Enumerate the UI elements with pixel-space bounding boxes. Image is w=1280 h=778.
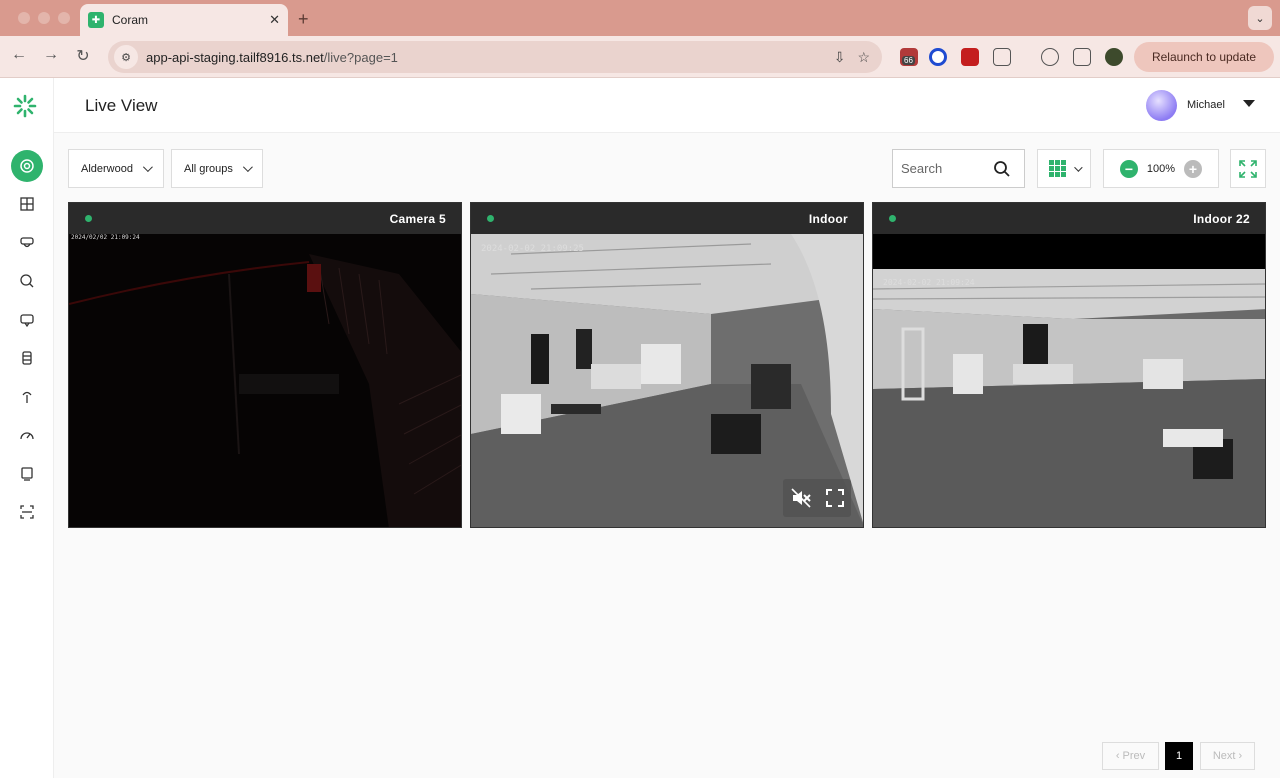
dashboard-icon[interactable] (11, 419, 43, 451)
install-app-icon[interactable]: ⇩ (834, 49, 846, 66)
main-content: Live View Michael Alderwood All groups −… (54, 78, 1280, 778)
zoom-level: 100% (1146, 162, 1176, 175)
sensor-icon[interactable] (11, 381, 43, 413)
search-field[interactable] (892, 149, 1025, 188)
reload-icon[interactable]: ↻ (72, 46, 94, 66)
tab-title: Coram (112, 13, 149, 27)
coram-logo-icon (13, 94, 37, 118)
sidebar (0, 78, 54, 778)
camera-feed-video[interactable]: 2024-02-02 21:09:24 (873, 234, 1265, 527)
camera-timestamp: 2024/02/02 21:09:24 (71, 234, 140, 241)
extensions-puzzle-icon[interactable] (993, 48, 1011, 66)
relaunch-button[interactable]: Relaunch to update (1134, 42, 1274, 72)
minimize-window-button[interactable] (38, 12, 50, 24)
grid-layout-icon (1048, 160, 1066, 177)
indoor-22-scene-image (873, 269, 1265, 527)
next-label: Next (1212, 750, 1236, 762)
prev-page-button[interactable]: ‹ Prev (1102, 742, 1159, 770)
camera-name: Indoor (808, 212, 848, 226)
browser-toolbar: ← → ↻ ⚙ app-api-staging.tailf8916.ts.net… (0, 36, 1280, 78)
location-select-value: Alderwood (81, 162, 133, 175)
grid-icon[interactable] (11, 188, 43, 220)
fullscreen-button[interactable] (1230, 149, 1266, 188)
page-header: Live View Michael (54, 78, 1280, 133)
scan-icon[interactable] (11, 496, 43, 528)
chevron-down-icon (142, 162, 153, 173)
chat-icon[interactable] (11, 304, 43, 336)
avatar[interactable] (1146, 90, 1177, 121)
bookmark-star-icon[interactable]: ☆ (857, 49, 870, 66)
maximize-window-button[interactable] (58, 12, 70, 24)
profile-avatar[interactable] (1105, 48, 1123, 66)
group-select-value: All groups (184, 162, 233, 175)
chevron-down-icon (1073, 162, 1083, 172)
close-window-button[interactable] (18, 12, 30, 24)
back-icon[interactable]: ← (8, 46, 30, 64)
camera-tile-header: Camera 5 (69, 203, 461, 234)
device-icon[interactable] (11, 458, 43, 490)
layout-picker-button[interactable] (1037, 149, 1091, 188)
next-page-button[interactable]: Next › (1200, 742, 1255, 770)
search-input[interactable] (901, 161, 993, 176)
mute-icon[interactable] (790, 487, 812, 509)
online-status-dot (85, 215, 92, 222)
camera-name: Camera 5 (389, 212, 446, 226)
camera-tile[interactable]: Camera 5 2024/02/02 21:09:24 (68, 202, 462, 528)
search-icon[interactable] (993, 160, 1011, 178)
group-select[interactable]: All groups (171, 149, 263, 188)
camera-tile[interactable]: Indoor 22 2024-02-02 21:09:24 (872, 202, 1266, 528)
camera-timestamp: 2024-02-02 21:09:24 (883, 278, 975, 287)
camera-tile-header: Indoor 22 (873, 203, 1265, 234)
zoom-in-button[interactable]: + (1183, 159, 1202, 178)
fullscreen-icon[interactable] (825, 488, 845, 508)
extension-circle-icon[interactable] (929, 48, 947, 66)
camera-tile-header: Indoor (471, 203, 863, 234)
user-name[interactable]: Michael (1187, 99, 1225, 111)
zoom-control: − 100% + (1103, 149, 1219, 188)
browser-tab-strip: ✚ Coram ✕ + ⌄ (0, 0, 1280, 36)
storage-icon[interactable] (11, 342, 43, 374)
tab-search-icon[interactable]: ⌄ (1248, 6, 1272, 30)
extension-badge: 66 (902, 56, 915, 65)
search-icon[interactable] (11, 265, 43, 297)
camera-tile[interactable]: Indoor 2024-02-02 21:09:25 (470, 202, 864, 528)
forward-icon[interactable]: → (40, 46, 62, 64)
location-select[interactable]: Alderwood (68, 149, 164, 188)
expand-icon (1239, 159, 1257, 178)
page-1-button[interactable]: 1 (1165, 742, 1193, 770)
feed-controls (783, 479, 851, 517)
page-title: Live View (85, 96, 158, 115)
online-status-dot (487, 215, 494, 222)
user-menu-chevron-down-icon[interactable] (1243, 100, 1255, 107)
camera-icon[interactable] (11, 227, 43, 259)
url-text[interactable]: app-api-staging.tailf8916.ts.net/live?pa… (146, 50, 834, 65)
coram-favicon-icon: ✚ (88, 12, 104, 28)
live-view-icon[interactable] (11, 150, 43, 182)
prev-label: Prev (1122, 750, 1146, 762)
chevron-down-icon (242, 162, 253, 173)
new-tab-icon[interactable]: + (298, 9, 309, 30)
performance-icon[interactable] (1041, 48, 1059, 66)
extension-red-icon[interactable] (961, 48, 979, 66)
online-status-dot (889, 215, 896, 222)
camera-feed-video[interactable]: 2024/02/02 21:09:24 (69, 234, 461, 527)
browser-tab[interactable]: ✚ Coram ✕ (80, 4, 288, 36)
zoom-out-button[interactable]: − (1120, 159, 1138, 178)
camera-feed-video[interactable]: 2024-02-02 21:09:25 (471, 234, 863, 527)
dark-scene-image (69, 234, 461, 527)
site-info-icon[interactable]: ⚙ (114, 45, 138, 69)
camera-timestamp: 2024-02-02 21:09:25 (481, 244, 584, 254)
tab-close-icon[interactable]: ✕ (269, 12, 280, 28)
address-bar[interactable]: ⚙ app-api-staging.tailf8916.ts.net/live?… (108, 41, 882, 73)
extension-calendar-icon[interactable]: 66 (900, 48, 918, 66)
side-panel-icon[interactable] (1073, 48, 1091, 66)
camera-name: Indoor 22 (1193, 212, 1250, 226)
